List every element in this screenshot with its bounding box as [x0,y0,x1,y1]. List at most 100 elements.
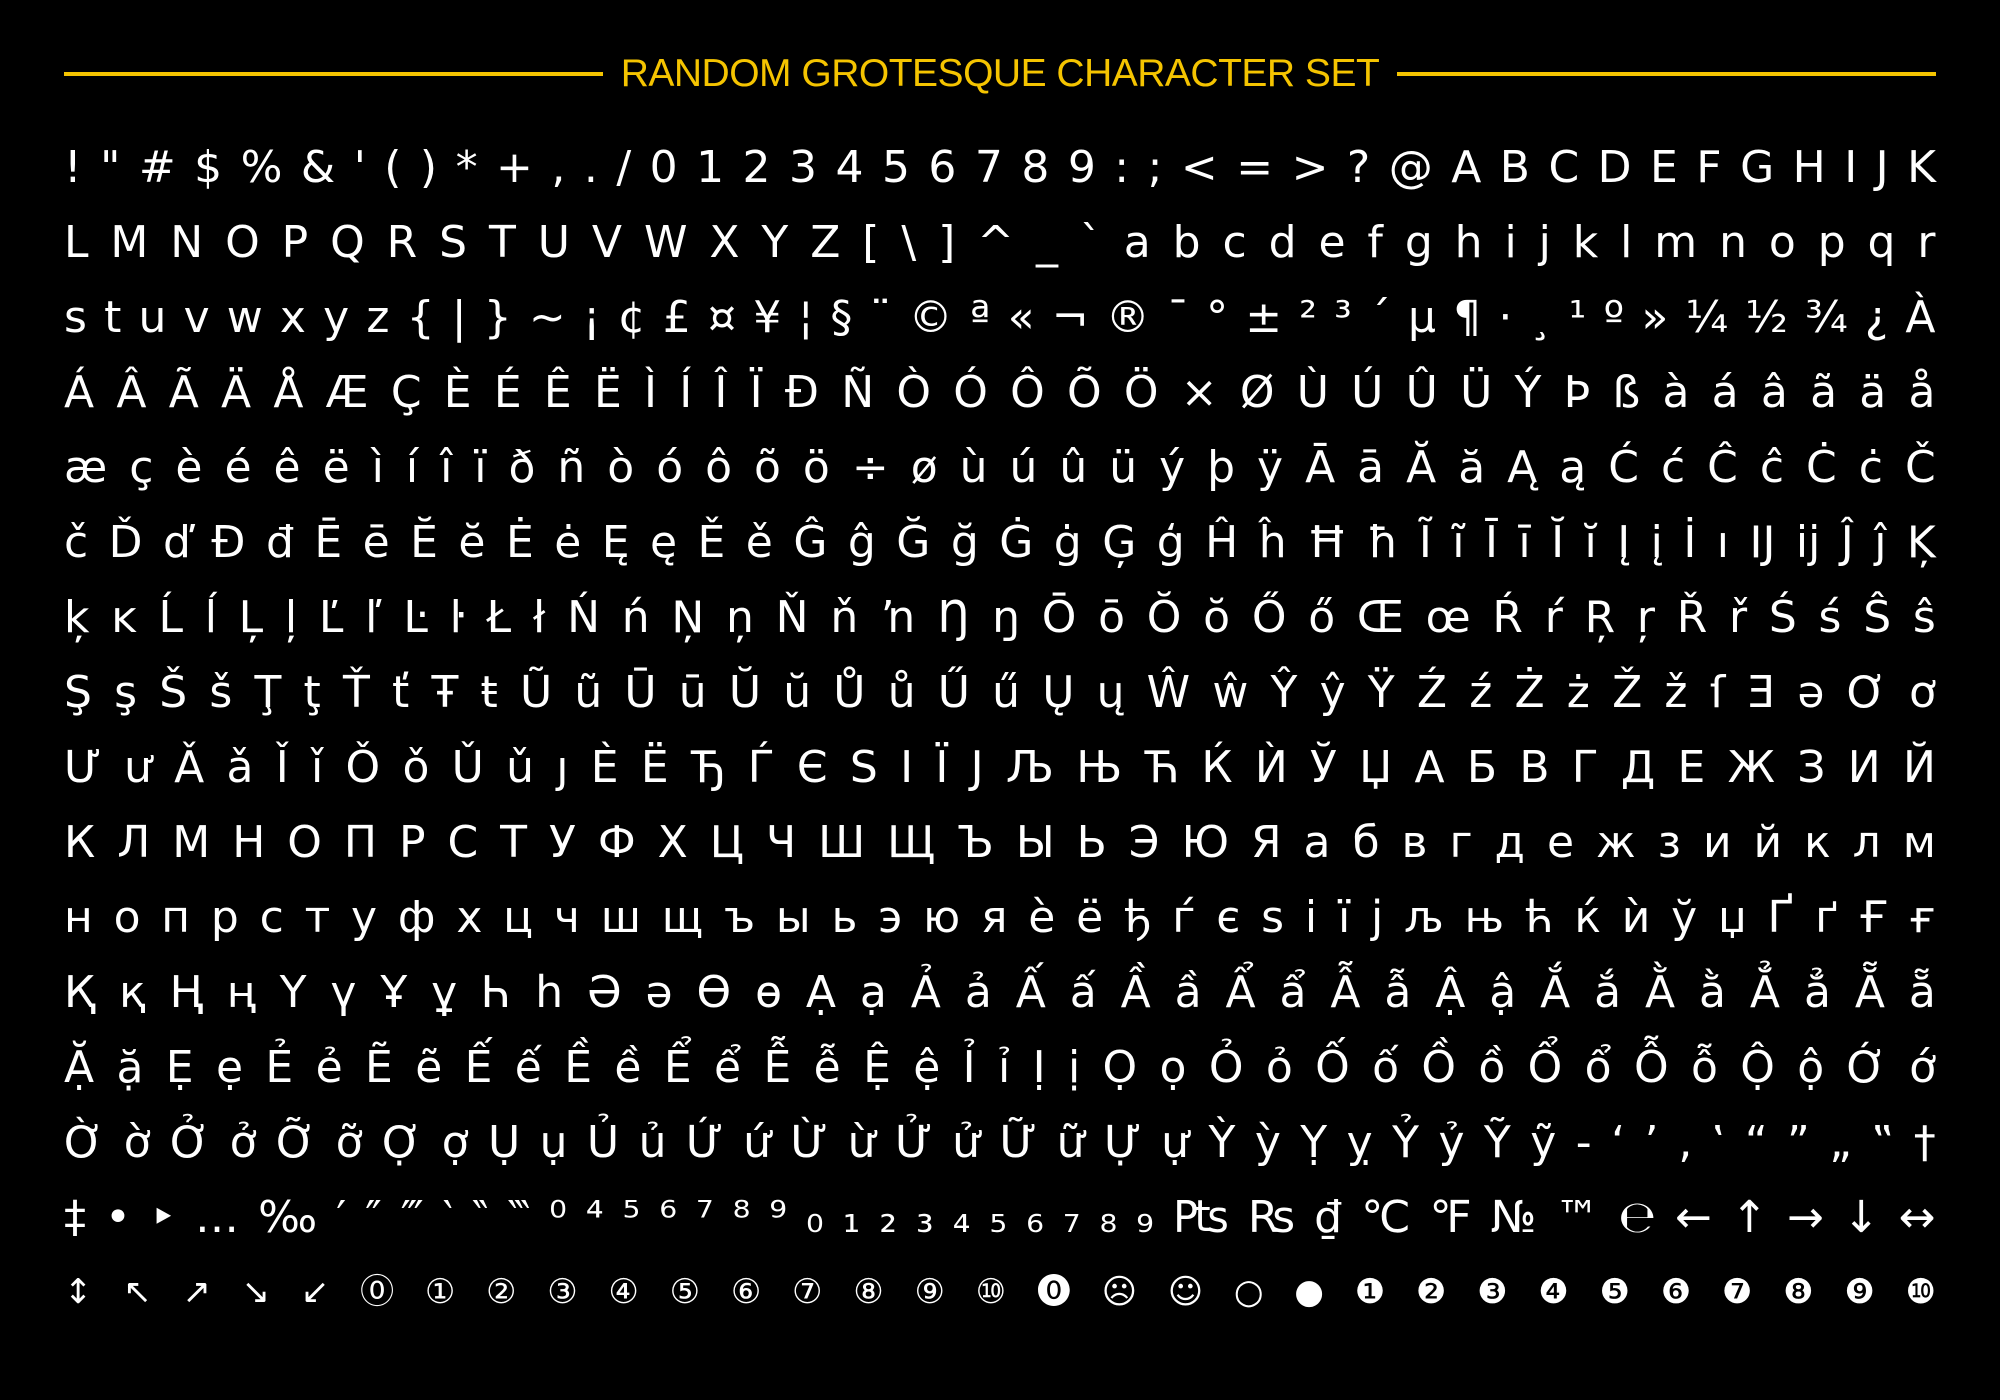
glyph: I [1844,142,1858,193]
glyph: н [64,892,93,943]
glyph: 0 [649,142,678,193]
glyph: G [1740,142,1775,193]
glyph: R [386,217,418,268]
glyph: æ [64,442,108,493]
glyph: Ỉ [962,1042,976,1093]
glyph: š [209,667,233,718]
glyph: Į [1617,517,1631,568]
glyph: ħ [1367,517,1399,568]
glyph: _ [1035,217,1058,268]
glyph: Ź [1416,667,1448,718]
glyph: ũ [574,667,603,718]
glyph: Г [1571,742,1599,793]
glyph: С [447,817,479,868]
glyph: Ь [1076,817,1107,868]
glyph: ь [831,892,858,943]
glyph: · [1498,292,1513,343]
glyph: ○ [1233,1272,1264,1312]
glyph: Ề [564,1042,593,1093]
glyph: ₂ [879,1192,897,1243]
glyph: Ử [894,1117,933,1168]
glyph: Ù [1296,367,1329,418]
glyph: Í [679,367,693,418]
glyph: ❾ [1844,1272,1875,1312]
glyph: ŕ [1544,592,1563,643]
glyph: ơ [1908,667,1936,718]
glyph: Ǒ [345,742,381,793]
glyph: ņ [726,592,754,643]
glyph: 3 [789,142,818,193]
glyph: Ű [937,667,970,718]
glyph: ё [1076,892,1104,943]
glyph: ā [1357,442,1385,493]
glyph: Ă [1406,442,1437,493]
glyph: ạ [859,967,887,1018]
glyph: 9 [1067,142,1096,193]
glyph: ] [938,217,956,268]
glyph: х [456,892,483,943]
glyph: A [1451,142,1482,193]
glyph: т [304,892,331,943]
glyph: y [323,292,350,343]
glyph: В [1519,742,1550,793]
glyph: Ң [169,967,203,1018]
glyph: ẵ [1908,967,1936,1018]
glyph: ễ [813,1042,841,1093]
glyph: ủ [638,1117,667,1168]
glyph: У [549,817,576,868]
glyph: Ậ [1435,967,1466,1018]
glyph: ‰ [258,1192,318,1243]
glyph: ₈ [1099,1192,1118,1243]
glyph: и [1702,817,1732,868]
glyph: ₧ [1172,1192,1229,1243]
glyph: ч [553,892,580,943]
glyph: w [226,292,263,343]
glyph: µ [1408,292,1437,343]
glyph: ђ [1124,892,1152,943]
glyph: Ǐ [275,742,289,793]
glyph: Ỹ [1483,1117,1511,1168]
glyph: ổ [1584,1042,1612,1093]
glyph: x [279,292,306,343]
glyph: Ü [1460,367,1493,418]
glyph: » [1641,292,1669,343]
glyph: ћ [1524,892,1554,943]
glyph: П [343,817,377,868]
glyph: ǔ [506,742,534,793]
glyph: ④ [608,1272,639,1312]
glyph: ③ [547,1272,578,1312]
glyph: Ầ [1120,967,1151,1018]
glyph: Ẽ [365,1042,393,1093]
glyph: ⑨ [914,1272,945,1312]
glyph: ồ [1478,1042,1506,1093]
glyph: Ờ [64,1117,105,1168]
glyph: ” [1787,1117,1810,1168]
glyph: ő [1308,592,1336,643]
glyph: ¿ [1864,292,1889,343]
glyph: H [1792,142,1826,193]
glyph: ĝ [847,517,876,568]
glyph: j [1538,217,1551,268]
glyph: ứ [743,1117,771,1168]
glyph: Ļ [238,592,264,643]
glyph: Я [1250,817,1282,868]
glyph: Ĝ [793,517,828,568]
glyph: Ừ [790,1117,829,1168]
glyph: Ọ [1102,1042,1138,1093]
glyph: ) [419,142,438,193]
glyph: ¥ [753,292,782,343]
glyph: Ĉ [1707,442,1738,493]
glyph: ê [273,442,301,493]
glyph: Æ [325,367,369,418]
glyph: ả [964,967,992,1018]
glyph: Ñ [841,367,875,418]
glyph: ц [503,892,534,943]
glyph: ŉ [879,592,916,643]
glyph: ❶ [1354,1272,1386,1312]
glyph: њ [1464,892,1505,943]
glyph: ú [1009,442,1038,493]
glyph: ð [508,442,536,493]
glyph: Ũ [519,667,553,718]
glyph: Ẫ [1330,967,1361,1018]
glyph: t [104,292,122,343]
